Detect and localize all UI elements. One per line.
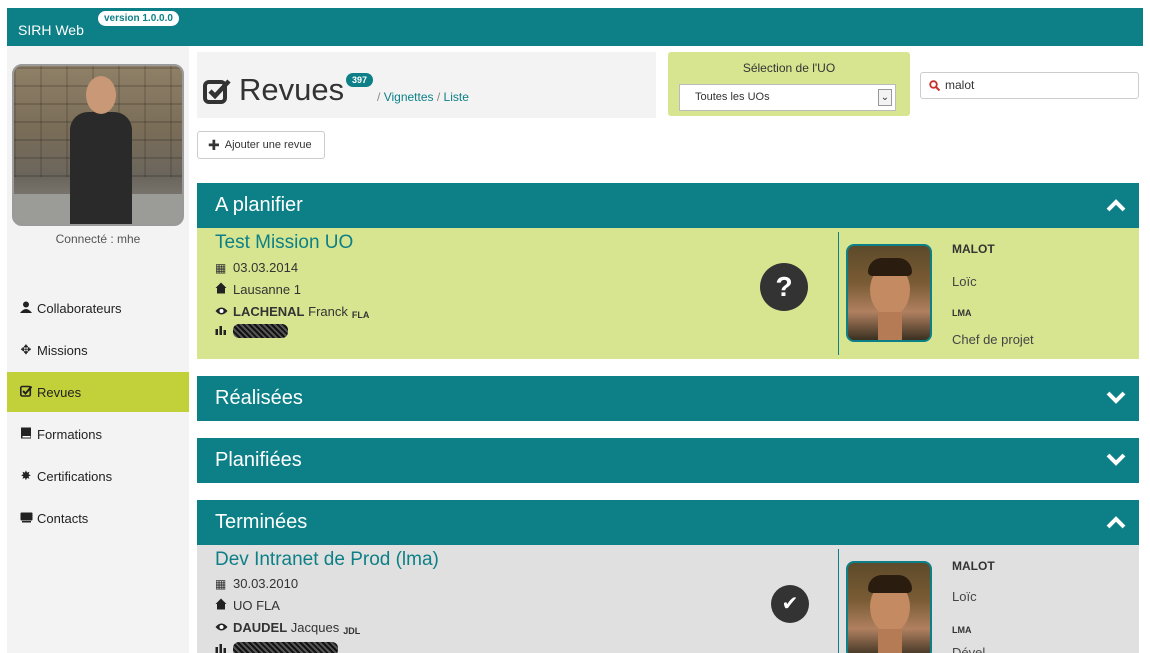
review-stats — [215, 642, 338, 653]
chevron-up-icon[interactable] — [1106, 198, 1126, 212]
move-icon: ✥ — [20, 342, 32, 357]
home-icon — [215, 598, 229, 613]
person-role: Dével... — [952, 645, 997, 653]
review-location: UO FLA — [215, 598, 280, 613]
sidebar-item-label: Collaborateurs — [37, 300, 122, 316]
view-liste-link[interactable]: Liste — [444, 90, 469, 104]
search-icon — [929, 73, 941, 100]
page-title: Revues — [239, 72, 345, 107]
home-icon — [215, 282, 229, 297]
review-title[interactable]: Dev Intranet de Prod (lma) — [215, 549, 439, 571]
person-abbr: LMA — [952, 308, 972, 318]
top-navbar: SIRH Web version 1.0.0.0 — [7, 8, 1143, 46]
review-date: ▦ 30.03.2010 — [215, 576, 299, 591]
view-vignettes-link[interactable]: Vignettes — [384, 90, 434, 104]
connected-user-label: Connecté : mhe — [55, 232, 141, 246]
section-terminees[interactable]: Terminées — [197, 500, 1139, 545]
review-reviewer: DAUDEL Jacques JDL — [215, 620, 360, 636]
add-review-button[interactable]: ✚ Ajouter une revue — [197, 131, 325, 159]
chevron-down-icon[interactable] — [1106, 453, 1126, 467]
review-location: Lausanne 1 — [215, 282, 301, 297]
uo-select[interactable]: Toutes les UOs ⌄ — [679, 84, 896, 111]
sidebar-item-certifications[interactable]: ✸ Certifications — [7, 456, 189, 496]
person-first-name: Loïc — [952, 274, 977, 289]
redacted-scribble — [233, 324, 288, 338]
review-card[interactable]: Test Mission UO ▦ 03.03.2014 Lausanne 1 … — [197, 228, 1139, 359]
check-square-icon — [19, 385, 33, 400]
uo-selector-panel: Sélection de l'UO Toutes les UOs ⌄ — [668, 52, 910, 116]
sidebar-item-collaborateurs[interactable]: Collaborateurs — [7, 288, 189, 328]
chevron-down-icon: ⌄ — [878, 89, 892, 106]
person-abbr: LMA — [952, 625, 972, 635]
sidebar-item-label: Revues — [37, 384, 82, 400]
review-reviewer: LACHENAL Franck FLA — [215, 304, 369, 320]
version-badge: version 1.0.0.0 — [98, 11, 179, 26]
sidebar-item-label: Certifications — [37, 468, 113, 484]
section-planifiees[interactable]: Planifiées — [197, 438, 1139, 483]
calendar-icon: ▦ — [215, 260, 227, 275]
review-date: ▦ 03.03.2014 — [215, 260, 299, 275]
eye-icon — [215, 621, 229, 635]
review-stats — [215, 324, 288, 338]
section-realisees[interactable]: Réalisées — [197, 376, 1139, 421]
view-switcher: / Vignettes / Liste — [377, 90, 469, 104]
person-role: Chef de projet — [952, 332, 1034, 347]
person-last-name: MALOT — [952, 242, 995, 256]
sidebar: Connecté : mhe Collaborateurs ✥ Missions… — [7, 46, 189, 653]
question-status-icon: ? — [760, 263, 808, 311]
contact-card-icon — [19, 511, 33, 526]
plus-icon: ✚ — [208, 136, 220, 153]
redacted-scribble — [233, 642, 338, 653]
sidebar-item-contacts[interactable]: Contacts — [7, 498, 189, 538]
sidebar-item-revues[interactable]: Revues — [7, 372, 189, 412]
bar-chart-icon — [215, 642, 229, 653]
user-avatar — [12, 64, 184, 226]
sidebar-item-missions[interactable]: ✥ Missions — [7, 330, 189, 370]
person-photo — [846, 561, 932, 653]
review-title[interactable]: Test Mission UO — [215, 232, 353, 254]
check-status-icon: ✔ — [771, 585, 809, 623]
sidebar-item-label: Formations — [37, 426, 103, 442]
review-card[interactable]: Dev Intranet de Prod (lma) ▦ 30.03.2010 … — [197, 545, 1139, 653]
person-first-name: Loïc — [952, 589, 977, 604]
calendar-icon: ▦ — [215, 576, 227, 591]
page-header: Revues 397 / Vignettes / Liste — [197, 52, 656, 118]
app-brand[interactable]: SIRH Web — [18, 22, 84, 38]
uo-selector-label: Sélection de l'UO — [742, 61, 836, 75]
chevron-up-icon[interactable] — [1106, 515, 1126, 529]
bar-chart-icon — [215, 324, 229, 338]
book-icon — [19, 427, 33, 442]
check-square-icon — [203, 78, 231, 111]
eye-icon — [215, 305, 229, 319]
certificate-icon: ✸ — [20, 468, 32, 483]
count-badge: 397 — [346, 73, 374, 87]
person-last-name: MALOT — [952, 559, 995, 573]
sidebar-item-label: Contacts — [37, 510, 89, 526]
section-a-planifier[interactable]: A planifier — [197, 183, 1139, 228]
chevron-down-icon[interactable] — [1106, 391, 1126, 405]
person-photo — [846, 244, 932, 342]
sidebar-item-label: Missions — [37, 342, 88, 358]
sidebar-item-formations[interactable]: Formations — [7, 414, 189, 454]
search-input[interactable]: malot — [920, 72, 1139, 99]
user-icon — [19, 301, 33, 316]
